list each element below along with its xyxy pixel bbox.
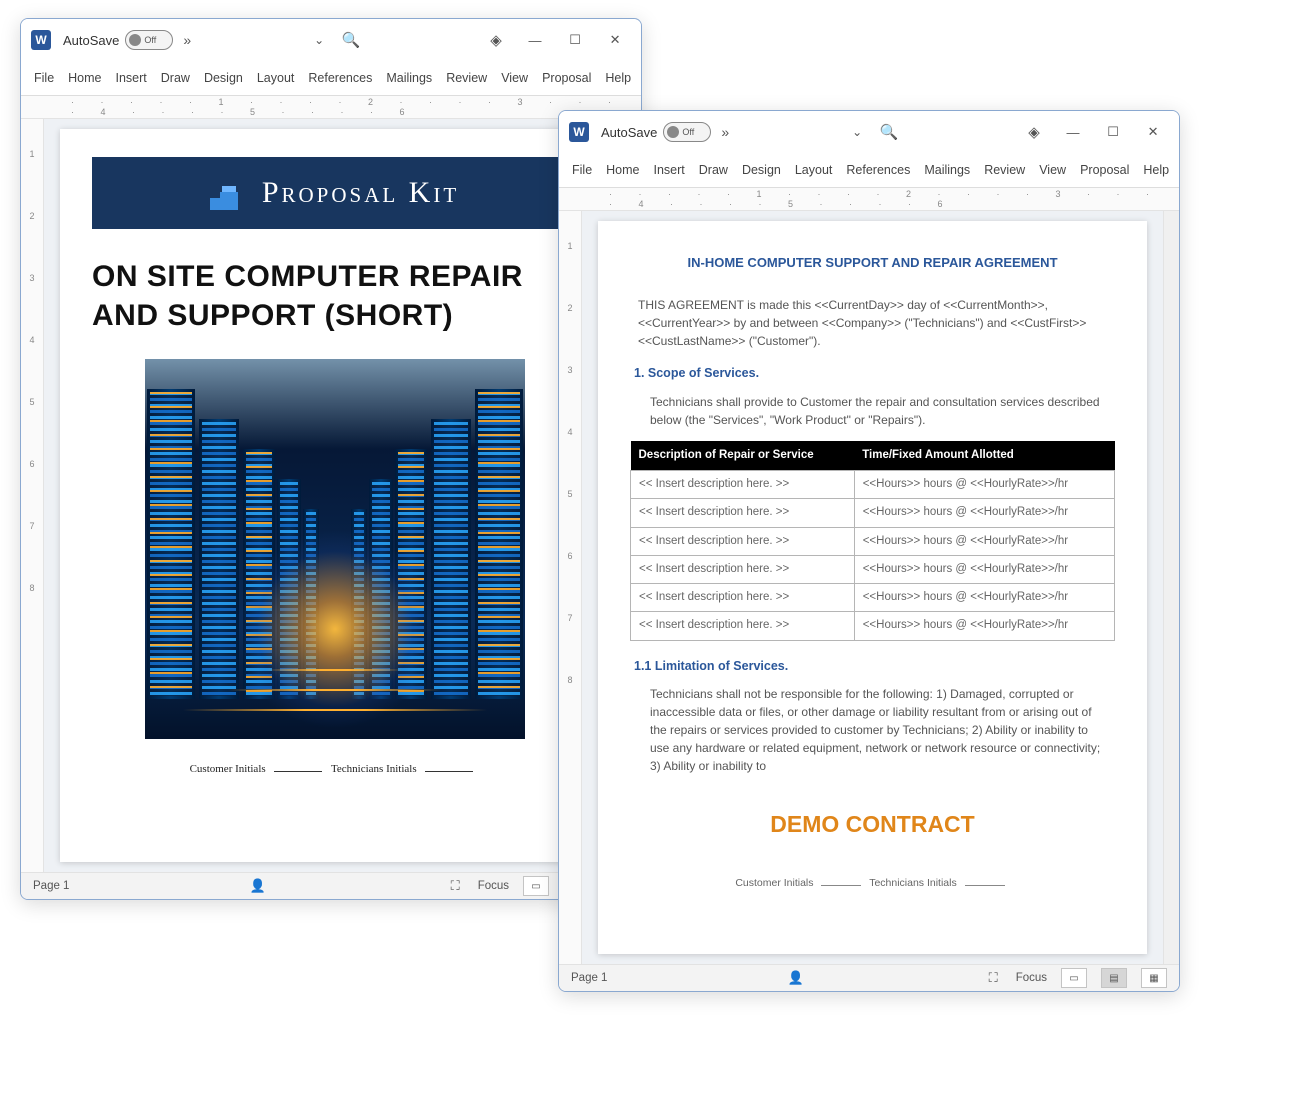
demo-contract-label: DEMO CONTRACT (630, 807, 1115, 842)
horizontal-ruler[interactable]: · · · · · 1 · · · · 2 · · · · 3 · · · · … (559, 188, 1179, 211)
table-header-description: Description of Repair or Service (631, 441, 855, 471)
proposal-kit-banner: Proposal Kit (92, 157, 577, 229)
page-number-label[interactable]: Page 1 (571, 972, 607, 984)
close-button[interactable]: ✕ (1133, 112, 1173, 152)
maximize-button[interactable]: ☐ (1093, 112, 1133, 152)
limitation-heading: 1.1 Limitation of Services. (634, 657, 1111, 676)
initials-line: Customer Initials Technicians Initials (92, 763, 577, 775)
autosave-label: AutoSave (63, 33, 119, 48)
tab-design[interactable]: Design (735, 163, 788, 177)
scope-text: Technicians shall provide to Customer th… (650, 393, 1101, 429)
focus-label[interactable]: Focus (1016, 972, 1047, 984)
titlebar: W AutoSave Off » ⌄ 🔍 ◈ — ☐ ✕ (559, 111, 1179, 153)
accessibility-icon[interactable]: 👤 (246, 878, 270, 894)
diamond-icon[interactable]: ◈ (1021, 123, 1047, 141)
tab-home[interactable]: Home (599, 163, 646, 177)
table-row: << Insert description here. >><<Hours>> … (631, 499, 1115, 527)
tab-layout[interactable]: Layout (788, 163, 840, 177)
vertical-ruler[interactable]: 1 2 3 4 5 6 7 8 (21, 119, 44, 872)
page-number-label[interactable]: Page 1 (33, 880, 69, 892)
qat-overflow-icon[interactable]: » (183, 32, 191, 48)
tab-acrobat[interactable]: Acrobat (638, 71, 641, 85)
word-app-icon: W (569, 122, 589, 142)
ribbon-tabs: File Home Insert Draw Design Layout Refe… (21, 61, 641, 96)
vertical-ruler[interactable]: 1 2 3 4 5 6 7 8 (559, 211, 582, 964)
tab-view[interactable]: View (494, 71, 535, 85)
tab-proposal[interactable]: Proposal (1073, 163, 1136, 177)
table-row: << Insert description here. >><<Hours>> … (631, 555, 1115, 583)
tab-mailings[interactable]: Mailings (379, 71, 439, 85)
document-page[interactable]: IN-HOME COMPUTER SUPPORT AND REPAIR AGRE… (598, 221, 1147, 954)
tab-help[interactable]: Help (598, 71, 638, 85)
diamond-icon[interactable]: ◈ (483, 31, 509, 49)
tab-review[interactable]: Review (977, 163, 1032, 177)
tab-references[interactable]: References (301, 71, 379, 85)
title-dropdown-icon[interactable]: ⌄ (314, 33, 324, 47)
agreement-title: IN-HOME COMPUTER SUPPORT AND REPAIR AGRE… (630, 255, 1115, 270)
autosave-toggle[interactable]: Off (663, 122, 711, 142)
tab-view[interactable]: View (1032, 163, 1073, 177)
limitation-text: Technicians shall not be responsible for… (650, 685, 1101, 775)
document-area: 1 2 3 4 5 6 7 8 IN-HOME COMPUTER SUPPORT… (559, 211, 1179, 964)
statusbar: Page 1 👤 ⛶ Focus ▭ ▤ ▦ (559, 964, 1179, 991)
tab-insert[interactable]: Insert (647, 163, 692, 177)
tab-home[interactable]: Home (61, 71, 108, 85)
ribbon-tabs: File Home Insert Draw Design Layout Refe… (559, 153, 1179, 188)
word-app-icon: W (31, 30, 51, 50)
search-icon[interactable]: 🔍 (338, 31, 364, 49)
tab-draw[interactable]: Draw (154, 71, 197, 85)
proposal-kit-logo-icon (210, 176, 244, 210)
word-window-2: W AutoSave Off » ⌄ 🔍 ◈ — ☐ ✕ File Home I… (558, 110, 1180, 992)
minimize-button[interactable]: — (1053, 112, 1093, 152)
server-room-image (145, 359, 525, 739)
services-table: Description of Repair or Service Time/Fi… (630, 441, 1115, 641)
document-area: 1 2 3 4 5 6 7 8 Proposal Kit ON SITE COM… (21, 119, 641, 872)
tab-file[interactable]: File (565, 163, 599, 177)
statusbar: Page 1 👤 ⛶ Focus ▭ ▤ ▦ (21, 872, 641, 899)
print-layout-button[interactable]: ▤ (1101, 968, 1127, 988)
read-mode-button[interactable]: ▭ (523, 876, 549, 896)
qat-overflow-icon[interactable]: » (721, 124, 729, 140)
tab-layout[interactable]: Layout (250, 71, 302, 85)
document-title: ON SITE COMPUTER REPAIR AND SUPPORT (SHO… (92, 257, 577, 335)
table-row: << Insert description here. >><<Hours>> … (631, 471, 1115, 499)
tab-references[interactable]: References (839, 163, 917, 177)
accessibility-icon[interactable]: 👤 (784, 970, 808, 986)
tab-review[interactable]: Review (439, 71, 494, 85)
tab-acrobat[interactable]: Acrobat (1176, 163, 1179, 177)
title-dropdown-icon[interactable]: ⌄ (852, 125, 862, 139)
search-icon[interactable]: 🔍 (876, 123, 902, 141)
close-button[interactable]: ✕ (595, 20, 635, 60)
focus-icon[interactable]: ⛶ (985, 970, 1002, 986)
horizontal-ruler[interactable]: · · · · · 1 · · · · 2 · · · · 3 · · · · … (21, 96, 641, 119)
tab-mailings[interactable]: Mailings (917, 163, 977, 177)
table-row: << Insert description here. >><<Hours>> … (631, 612, 1115, 640)
document-page[interactable]: Proposal Kit ON SITE COMPUTER REPAIR AND… (60, 129, 609, 862)
table-row: << Insert description here. >><<Hours>> … (631, 527, 1115, 555)
tab-file[interactable]: File (27, 71, 61, 85)
maximize-button[interactable]: ☐ (555, 20, 595, 60)
tab-help[interactable]: Help (1136, 163, 1176, 177)
minimize-button[interactable]: — (515, 20, 555, 60)
table-header-time: Time/Fixed Amount Allotted (854, 441, 1114, 471)
agreement-intro: THIS AGREEMENT is made this <<CurrentDay… (638, 296, 1107, 350)
tab-insert[interactable]: Insert (109, 71, 154, 85)
autosave-toggle[interactable]: Off (125, 30, 173, 50)
initials-line: Customer Initials Technicians Initials (630, 876, 1115, 892)
web-layout-button[interactable]: ▦ (1141, 968, 1167, 988)
tab-proposal[interactable]: Proposal (535, 71, 598, 85)
titlebar: W AutoSave Off » ⌄ 🔍 ◈ — ☐ ✕ (21, 19, 641, 61)
tab-design[interactable]: Design (197, 71, 250, 85)
read-mode-button[interactable]: ▭ (1061, 968, 1087, 988)
focus-icon[interactable]: ⛶ (447, 878, 464, 894)
banner-brand-text: Proposal Kit (262, 176, 459, 210)
tab-draw[interactable]: Draw (692, 163, 735, 177)
table-row: << Insert description here. >><<Hours>> … (631, 584, 1115, 612)
focus-label[interactable]: Focus (478, 880, 509, 892)
word-window-1: W AutoSave Off » ⌄ 🔍 ◈ — ☐ ✕ File Home I… (20, 18, 642, 900)
vertical-scrollbar[interactable] (1163, 211, 1179, 964)
scope-heading: 1. Scope of Services. (634, 364, 1111, 383)
autosave-label: AutoSave (601, 125, 657, 140)
